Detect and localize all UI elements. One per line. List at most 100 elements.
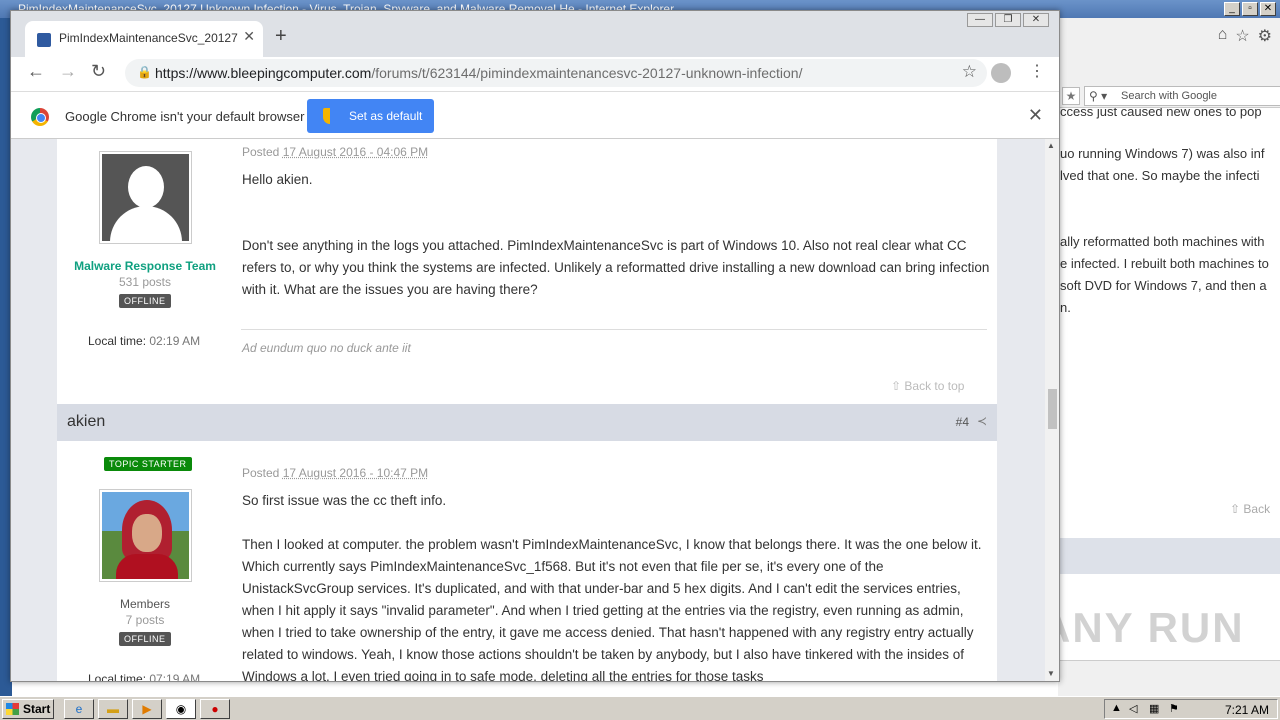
chrome-taskbar-icon[interactable]: ◉ xyxy=(166,699,196,719)
post-header: akien #4 ≺ xyxy=(57,404,997,441)
favorites-star-icon[interactable]: ☆ xyxy=(1235,26,1249,46)
local-time-value: 07:19 AM xyxy=(149,672,201,681)
posted-date[interactable]: 17 August 2016 - 10:47 PM xyxy=(283,466,428,480)
reload-icon[interactable]: ↻ xyxy=(91,61,106,82)
uac-shield-icon xyxy=(323,108,337,124)
scroll-thumb[interactable] xyxy=(1048,389,1057,429)
set-as-default-label: Set as default xyxy=(349,109,423,123)
flag-icon[interactable]: ⚑ xyxy=(1169,702,1179,715)
set-as-default-button[interactable]: Set as default xyxy=(307,99,434,133)
posted-meta: Posted 17 August 2016 - 10:47 PM xyxy=(242,466,428,480)
ie-post-header-bar xyxy=(1058,538,1280,574)
windows-flag-icon xyxy=(6,703,19,715)
signature-divider xyxy=(241,329,987,330)
member-group[interactable]: Malware Response Team xyxy=(55,259,235,273)
status-badge: OFFLINE xyxy=(119,632,171,646)
ie-text-line: soft DVD for Windows 7, and then a xyxy=(1060,278,1267,293)
post-signature: Ad eundum quo no duck ante iit xyxy=(242,341,411,355)
gear-icon[interactable]: ⚙ xyxy=(1258,26,1272,46)
user-photo-avatar xyxy=(102,492,189,579)
back-to-top-label: Back to top xyxy=(904,379,965,393)
infobar-close-icon[interactable]: ✕ xyxy=(1028,105,1043,126)
local-time-value: 02:19 AM xyxy=(149,334,201,348)
post-body: Don't see anything in the logs you attac… xyxy=(242,238,990,297)
ie-text-line: uo running Windows 7) was also inf xyxy=(1060,146,1265,161)
page-scrollbar[interactable]: ▲ ▼ xyxy=(1045,139,1059,681)
profile-avatar-icon[interactable] xyxy=(991,63,1011,83)
posts-count: 531 posts xyxy=(118,275,172,289)
tab-close-icon[interactable]: ✕ xyxy=(243,28,255,45)
ie-back-to-top-link[interactable]: ⇧ Back xyxy=(1230,502,1270,516)
taskbar: Start e ▬ ▶ ◉ ● ▲ ◁ ▦ ⚑ 7:21 AM xyxy=(0,696,1280,720)
avatar[interactable] xyxy=(99,151,192,244)
local-time: Local time: 02:19 AM xyxy=(88,334,200,348)
network-icon[interactable]: ▦ xyxy=(1149,702,1159,715)
kebab-menu-icon[interactable]: ⋮ xyxy=(1029,61,1045,81)
chrome-restore-button[interactable]: ❐ xyxy=(995,13,1021,27)
ie-text-line: n. xyxy=(1060,300,1071,315)
tab-active[interactable]: PimIndexMaintenanceSvc_20127 Un ✕ xyxy=(25,21,263,57)
bookmark-star-icon[interactable]: ☆ xyxy=(962,62,977,82)
taskbar-clock[interactable]: 7:21 AM xyxy=(1225,703,1269,717)
new-tab-plus-icon[interactable]: + xyxy=(275,25,287,48)
avatar[interactable] xyxy=(99,489,192,582)
forward-arrow-icon[interactable]: → xyxy=(59,61,77,82)
chrome-window-controls: — ❐ ✕ xyxy=(965,13,1049,27)
chrome-close-button[interactable]: ✕ xyxy=(1023,13,1049,27)
chrome-tabstrip: PimIndexMaintenanceSvc_20127 Un ✕ + — ❐ … xyxy=(11,11,1059,57)
local-time-label: Local time: xyxy=(88,672,147,681)
tray-arrow-icon[interactable]: ▲ xyxy=(1111,702,1122,714)
chrome-logo-icon xyxy=(31,108,49,126)
tab-title: PimIndexMaintenanceSvc_20127 Un xyxy=(59,31,239,45)
home-icon[interactable]: ⌂ xyxy=(1218,26,1228,46)
ie-search-row: ★ ⚲ ▾ Search with Google xyxy=(1058,84,1280,108)
security-app-taskbar-icon[interactable]: ● xyxy=(200,699,230,719)
favorites-icon[interactable]: ★ xyxy=(1062,87,1080,105)
chrome-minimize-button[interactable]: — xyxy=(967,13,993,27)
infobar-message: Google Chrome isn't your default browser xyxy=(65,109,305,124)
folder-taskbar-icon[interactable]: ▬ xyxy=(98,699,128,719)
ie-search-input[interactable]: ⚲ ▾ Search with Google xyxy=(1084,86,1280,106)
system-tray: ▲ ◁ ▦ ⚑ 7:21 AM xyxy=(1104,699,1278,719)
ie-back-to-top-label: Back xyxy=(1243,502,1271,516)
default-avatar-icon xyxy=(102,154,189,241)
post-greeting: Hello akien. xyxy=(242,172,313,187)
lock-icon[interactable]: 🔒 xyxy=(137,65,152,79)
url-path: /forums/t/623144/pimindexmaintenancesvc-… xyxy=(371,65,803,81)
chrome-toolbar: ← → ↻ 🔒 https://www.bleepingcomputer.com… xyxy=(11,57,1059,91)
media-player-taskbar-icon[interactable]: ▶ xyxy=(132,699,162,719)
ie-text-line: ally reformatted both machines with xyxy=(1060,234,1265,249)
page-viewport: Malware Response Team 531 posts OFFLINE … xyxy=(11,139,1045,681)
post-paragraph: So first issue was the cc theft info. xyxy=(242,493,447,508)
scroll-down-arrow-icon[interactable]: ▼ xyxy=(1047,669,1055,678)
ie-search-placeholder: Search with Google xyxy=(1121,90,1217,102)
post-paragraph: Then I looked at computer. the problem w… xyxy=(242,537,982,681)
search-icon: ⚲ ▾ xyxy=(1089,89,1108,103)
scroll-up-arrow-icon[interactable]: ▲ xyxy=(1047,141,1055,150)
bleepingcomputer-favicon-icon xyxy=(37,33,51,47)
local-time-label: Local time: xyxy=(88,334,147,348)
share-icon[interactable]: ≺ xyxy=(977,414,987,428)
member-group: Members xyxy=(119,597,170,611)
ie-restore-button[interactable]: ▫ xyxy=(1242,2,1258,16)
posted-label: Posted xyxy=(242,466,280,480)
back-to-top-link[interactable]: ⇧ Back to top xyxy=(891,379,964,393)
posted-meta: Posted 17 August 2016 - 04:06 PM xyxy=(242,145,428,159)
posted-date[interactable]: 17 August 2016 - 04:06 PM xyxy=(283,145,428,159)
post-number-link[interactable]: #4 xyxy=(956,415,969,429)
posted-label: Posted xyxy=(242,145,280,159)
ie-taskbar-icon[interactable]: e xyxy=(64,699,94,719)
ie-close-button[interactable]: ✕ xyxy=(1260,2,1276,16)
ie-text-line: lved that one. So maybe the infecti xyxy=(1060,168,1260,183)
url-domain: https://www.bleepingcomputer.com xyxy=(155,65,372,81)
anyrun-watermark: ANY RUN xyxy=(1040,604,1245,651)
ie-minimize-button[interactable]: _ xyxy=(1224,2,1240,16)
ie-toolbar: ⌂ ☆ ⚙ xyxy=(1058,18,1280,84)
address-bar[interactable]: 🔒 https://www.bleepingcomputer.com/forum… xyxy=(125,59,987,87)
post-author-name[interactable]: akien xyxy=(67,413,105,431)
volume-icon[interactable]: ◁ xyxy=(1129,702,1137,715)
url-text[interactable]: https://www.bleepingcomputer.com/forums/… xyxy=(155,65,802,81)
start-button[interactable]: Start xyxy=(2,699,54,719)
ie-text-line: e infected. I rebuilt both machines to xyxy=(1060,256,1269,271)
back-arrow-icon[interactable]: ← xyxy=(27,61,45,82)
